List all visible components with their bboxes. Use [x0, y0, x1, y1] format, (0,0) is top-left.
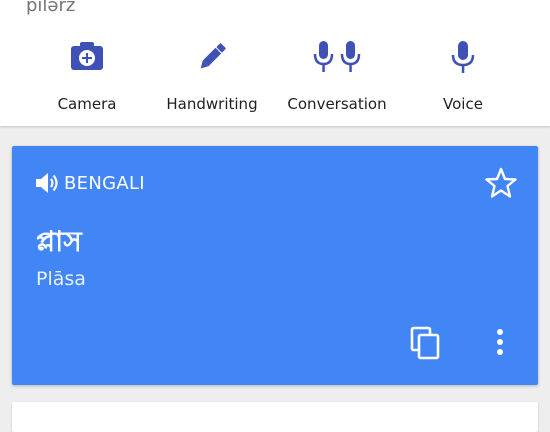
microphone-icon [408, 40, 518, 76]
transliteration-text: Plāsa [36, 268, 86, 290]
pen-icon [157, 40, 267, 76]
two-microphones-icon [282, 40, 392, 76]
star-icon[interactable] [484, 166, 518, 200]
conversation-button[interactable]: Conversation [282, 34, 392, 118]
translation-card: BENGALI প্লাস Plāsa [12, 146, 538, 385]
camera-button[interactable]: Camera [32, 34, 142, 118]
copy-icon[interactable] [408, 326, 442, 360]
source-phonetic: pilərz [26, 0, 76, 16]
next-card [12, 402, 538, 432]
target-language-row[interactable]: BENGALI [34, 170, 145, 196]
handwriting-button[interactable]: Handwriting [157, 34, 267, 118]
camera-label: Camera [57, 95, 117, 113]
input-panel: pilərz Camera Handwriting Conversation V… [0, 0, 550, 126]
speaker-icon[interactable] [34, 170, 62, 196]
target-language-label: BENGALI [64, 172, 145, 194]
voice-label: Voice [443, 95, 483, 113]
more-options-icon[interactable] [488, 326, 512, 360]
camera-icon [32, 40, 142, 76]
translated-text: প্লাস [36, 225, 82, 258]
voice-button[interactable]: Voice [408, 34, 518, 118]
handwriting-label: Handwriting [166, 95, 258, 113]
conversation-label: Conversation [287, 95, 387, 113]
